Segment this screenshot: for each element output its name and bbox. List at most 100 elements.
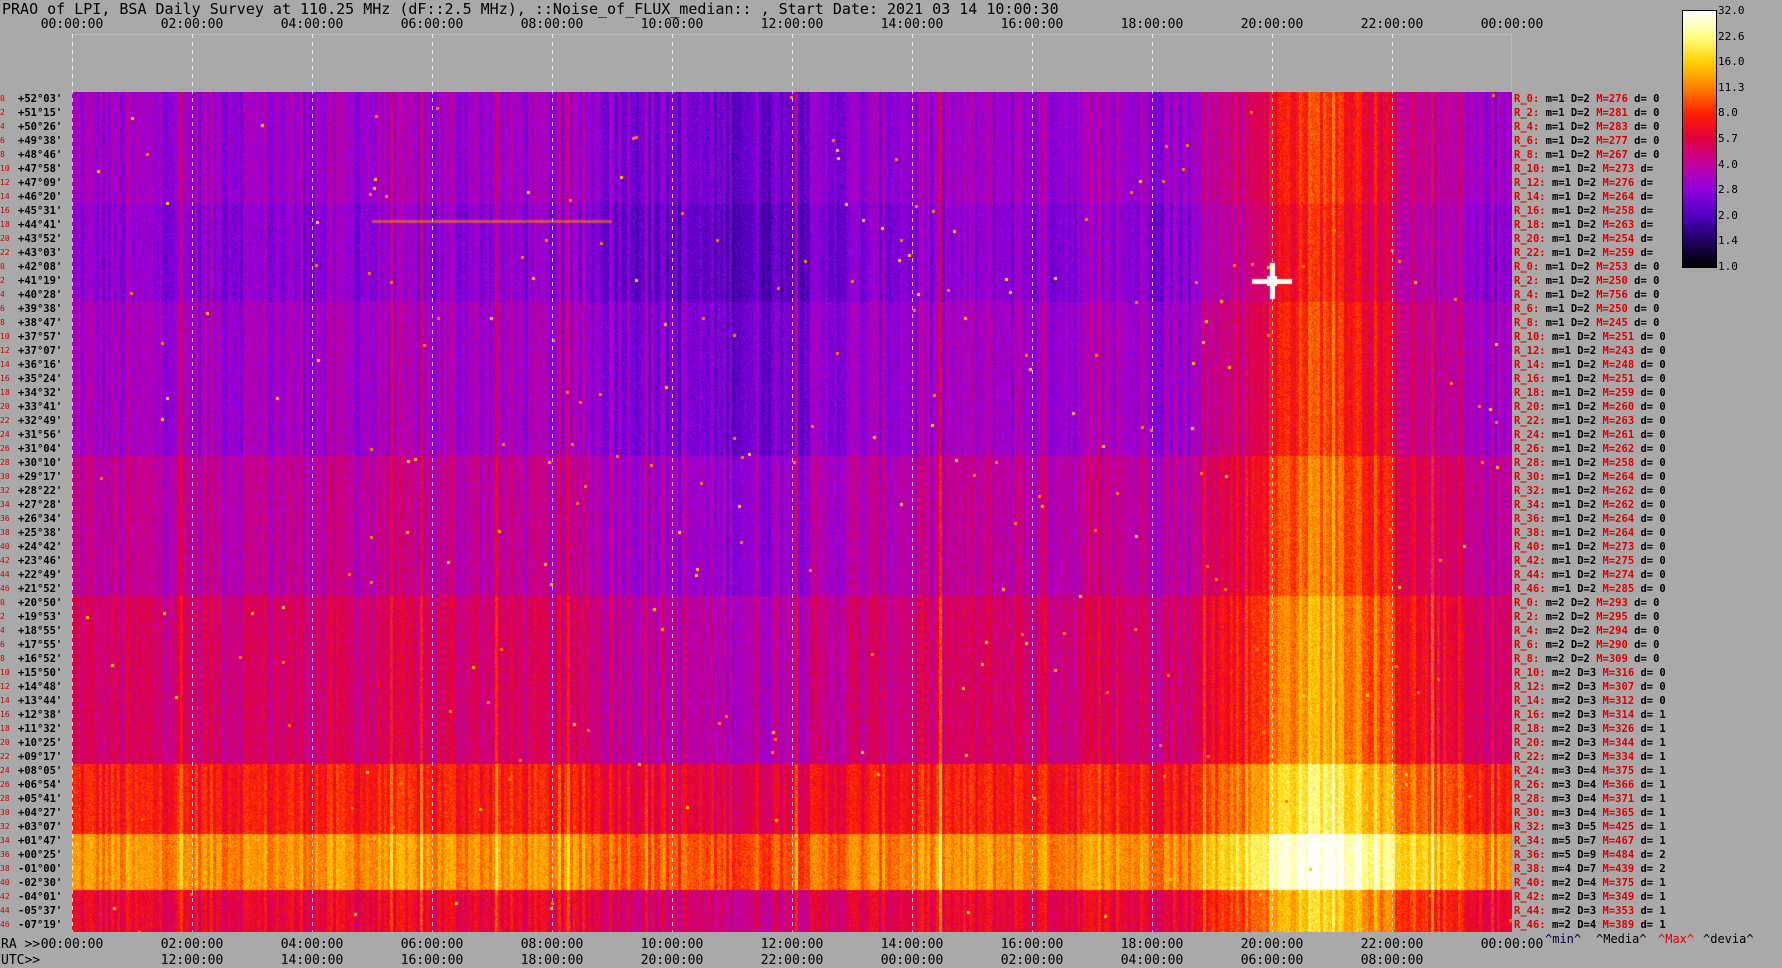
beam-stat-row: R_14: m=2 D=3 M=312 d= 0 bbox=[1514, 696, 1666, 707]
beam-stat-max: M=259 bbox=[1602, 247, 1641, 259]
beam-index-label: 12 bbox=[0, 346, 10, 355]
beam-stat-m: m=1 bbox=[1551, 359, 1578, 371]
declination-label: +17°55' bbox=[18, 639, 63, 651]
beam-stat-dv: d= 0 bbox=[1640, 527, 1666, 539]
beam-stat-row: R_8: m=1 D=2 M=267 d= 0 bbox=[1514, 150, 1659, 161]
beam-stat-dv: d= 0 bbox=[1640, 457, 1666, 469]
beam-stat-dv: d= 0 bbox=[1640, 513, 1666, 525]
beam-stat-d: D=2 bbox=[1577, 387, 1603, 399]
declination-label: +40°28' bbox=[18, 289, 63, 301]
beam-stat-row: R_46: m=1 D=2 M=285 d= 0 bbox=[1514, 584, 1666, 595]
utc-axis-tick-label: 18:00:00 bbox=[520, 953, 584, 968]
beam-stat-r: R_4: bbox=[1514, 121, 1546, 133]
beam-stat-d: D=2 bbox=[1577, 359, 1603, 371]
beam-stat-m: m=2 bbox=[1551, 681, 1578, 693]
beam-stat-d: D=4 bbox=[1577, 779, 1603, 791]
beam-stat-d: D=3 bbox=[1577, 723, 1603, 735]
declination-label: +47°09' bbox=[18, 177, 63, 189]
beam-stat-r: R_10: bbox=[1514, 331, 1552, 343]
declination-label: +26°34' bbox=[18, 513, 63, 525]
beam-stat-d: D=2 bbox=[1577, 485, 1603, 497]
beam-stat-dv: d= 0 bbox=[1640, 569, 1666, 581]
beam-stat-dv: d= 1 bbox=[1640, 919, 1666, 931]
beam-stat-d: D=2 bbox=[1577, 247, 1603, 259]
utc-axis-tick-label: 08:00:00 bbox=[1360, 953, 1424, 968]
beam-stat-row: R_4: m=2 D=2 M=294 d= 0 bbox=[1514, 625, 1659, 637]
declination-label: +16°52' bbox=[18, 653, 63, 665]
declination-label: +42°08' bbox=[18, 261, 63, 273]
beam-stat-dv: d= 0 bbox=[1634, 597, 1660, 609]
beam-stat-dv: d= 0 bbox=[1634, 289, 1660, 301]
beam-stat-m: m=1 bbox=[1545, 135, 1571, 147]
beam-stat-dv: d= 1 bbox=[1640, 737, 1666, 749]
beam-stat-m: m=1 bbox=[1551, 387, 1578, 399]
beam-stat-row: R_12: m=1 D=2 M=243 d= 0 bbox=[1514, 345, 1666, 357]
beam-stat-max: M=254 bbox=[1602, 233, 1641, 245]
utc-axis-tick-label: 06:00:00 bbox=[1240, 953, 1304, 968]
legend-max: ^Max^ bbox=[1658, 932, 1695, 946]
beam-index-label: 0 bbox=[0, 94, 5, 103]
beam-stat-row: R_44: m=2 D=3 M=353 d= 1 bbox=[1514, 905, 1666, 917]
beam-stat-m: m=1 bbox=[1551, 555, 1578, 567]
beam-index-label: 42 bbox=[0, 892, 10, 901]
beam-stat-dv: d= 0 bbox=[1640, 415, 1666, 427]
beam-stat-d: D=2 bbox=[1577, 163, 1603, 175]
beam-stat-max: M=276 bbox=[1596, 93, 1635, 105]
declination-label: +47°58' bbox=[18, 163, 63, 175]
beam-stat-max: M=261 bbox=[1602, 429, 1641, 441]
declination-label: +48°46' bbox=[18, 149, 63, 161]
beam-stat-max: M=243 bbox=[1602, 345, 1641, 357]
declination-label: +51°15' bbox=[18, 107, 63, 119]
beam-stat-row: R_6: m=1 D=2 M=250 d= 0 bbox=[1514, 303, 1660, 315]
beam-stat-dv: d= 0 bbox=[1640, 471, 1666, 483]
beam-stat-max: M=290 bbox=[1596, 639, 1635, 651]
beam-stat-max: M=293 bbox=[1596, 597, 1635, 609]
beam-stat-r: R_12: bbox=[1514, 681, 1552, 693]
beam-stat-m: m=2 bbox=[1545, 625, 1571, 637]
beam-stat-m: m=2 bbox=[1551, 891, 1578, 903]
beam-stat-d: D=2 bbox=[1577, 345, 1603, 357]
chart-title: PRAO of LPI, BSA Daily Survey at 110.25 … bbox=[2, 0, 1059, 18]
beam-stat-row: R_26: m=3 D=4 M=366 d= 1 bbox=[1514, 779, 1666, 791]
beam-index-label: 16 bbox=[0, 374, 10, 383]
top-axis-tick-label: 04:00:00 bbox=[280, 17, 344, 32]
beam-stat-max: M=250 bbox=[1596, 303, 1635, 315]
beam-stat-row: R_16: m=1 D=2 M=258 d= bbox=[1514, 206, 1653, 217]
beam-stat-r: R_38: bbox=[1514, 527, 1552, 539]
beam-stat-max: M=283 bbox=[1596, 121, 1635, 133]
beam-stat-r: R_42: bbox=[1514, 555, 1552, 567]
beam-stat-d: D=3 bbox=[1577, 751, 1603, 763]
declination-label: +01°47' bbox=[18, 835, 63, 847]
beam-stat-d: D=2 bbox=[1570, 93, 1597, 105]
colorbar-tick-label: 4.0 bbox=[1718, 157, 1738, 171]
beam-stat-d: D=3 bbox=[1577, 905, 1603, 917]
beam-stat-r: R_36: bbox=[1514, 513, 1552, 525]
beam-index-label: 28 bbox=[0, 794, 10, 803]
beam-stat-dv: d= bbox=[1640, 177, 1654, 189]
beam-stat-r: R_18: bbox=[1514, 387, 1552, 399]
top-axis-tick-label: 22:00:00 bbox=[1360, 17, 1424, 32]
beam-index-label: 16 bbox=[0, 206, 10, 215]
beam-stat-row: R_46: m=2 D=4 M=389 d= 1 bbox=[1514, 919, 1666, 931]
beam-stat-max: M=467 bbox=[1602, 835, 1641, 847]
beam-stat-max: M=425 bbox=[1602, 821, 1641, 833]
declination-label: +12°38' bbox=[18, 709, 63, 721]
beam-stat-max: M=253 bbox=[1596, 261, 1635, 273]
beam-stat-dv: d= 0 bbox=[1640, 485, 1666, 497]
beam-stat-dv: d= 0 bbox=[1634, 303, 1660, 315]
declination-label: +24°42' bbox=[18, 541, 63, 553]
colorbar bbox=[1682, 10, 1717, 268]
beam-stat-d: D=2 bbox=[1570, 261, 1597, 273]
declination-label: +27°28' bbox=[18, 499, 63, 511]
beam-stat-d: D=2 bbox=[1570, 107, 1597, 119]
beam-stat-r: R_34: bbox=[1514, 835, 1552, 847]
beam-stat-r: R_38: bbox=[1514, 863, 1552, 875]
beam-stat-r: R_46: bbox=[1514, 919, 1552, 931]
beam-stat-row: R_20: m=1 D=2 M=254 d= bbox=[1514, 233, 1653, 245]
beam-stat-row: R_34: m=1 D=2 M=262 d= 0 bbox=[1514, 500, 1666, 511]
top-axis-tick-label: 18:00:00 bbox=[1120, 17, 1184, 32]
beam-stat-m: m=1 bbox=[1551, 457, 1578, 469]
beam-stat-m: m=2 bbox=[1551, 723, 1578, 735]
declination-label: +20°50' bbox=[18, 597, 63, 609]
declination-label: +22°49' bbox=[18, 569, 63, 581]
